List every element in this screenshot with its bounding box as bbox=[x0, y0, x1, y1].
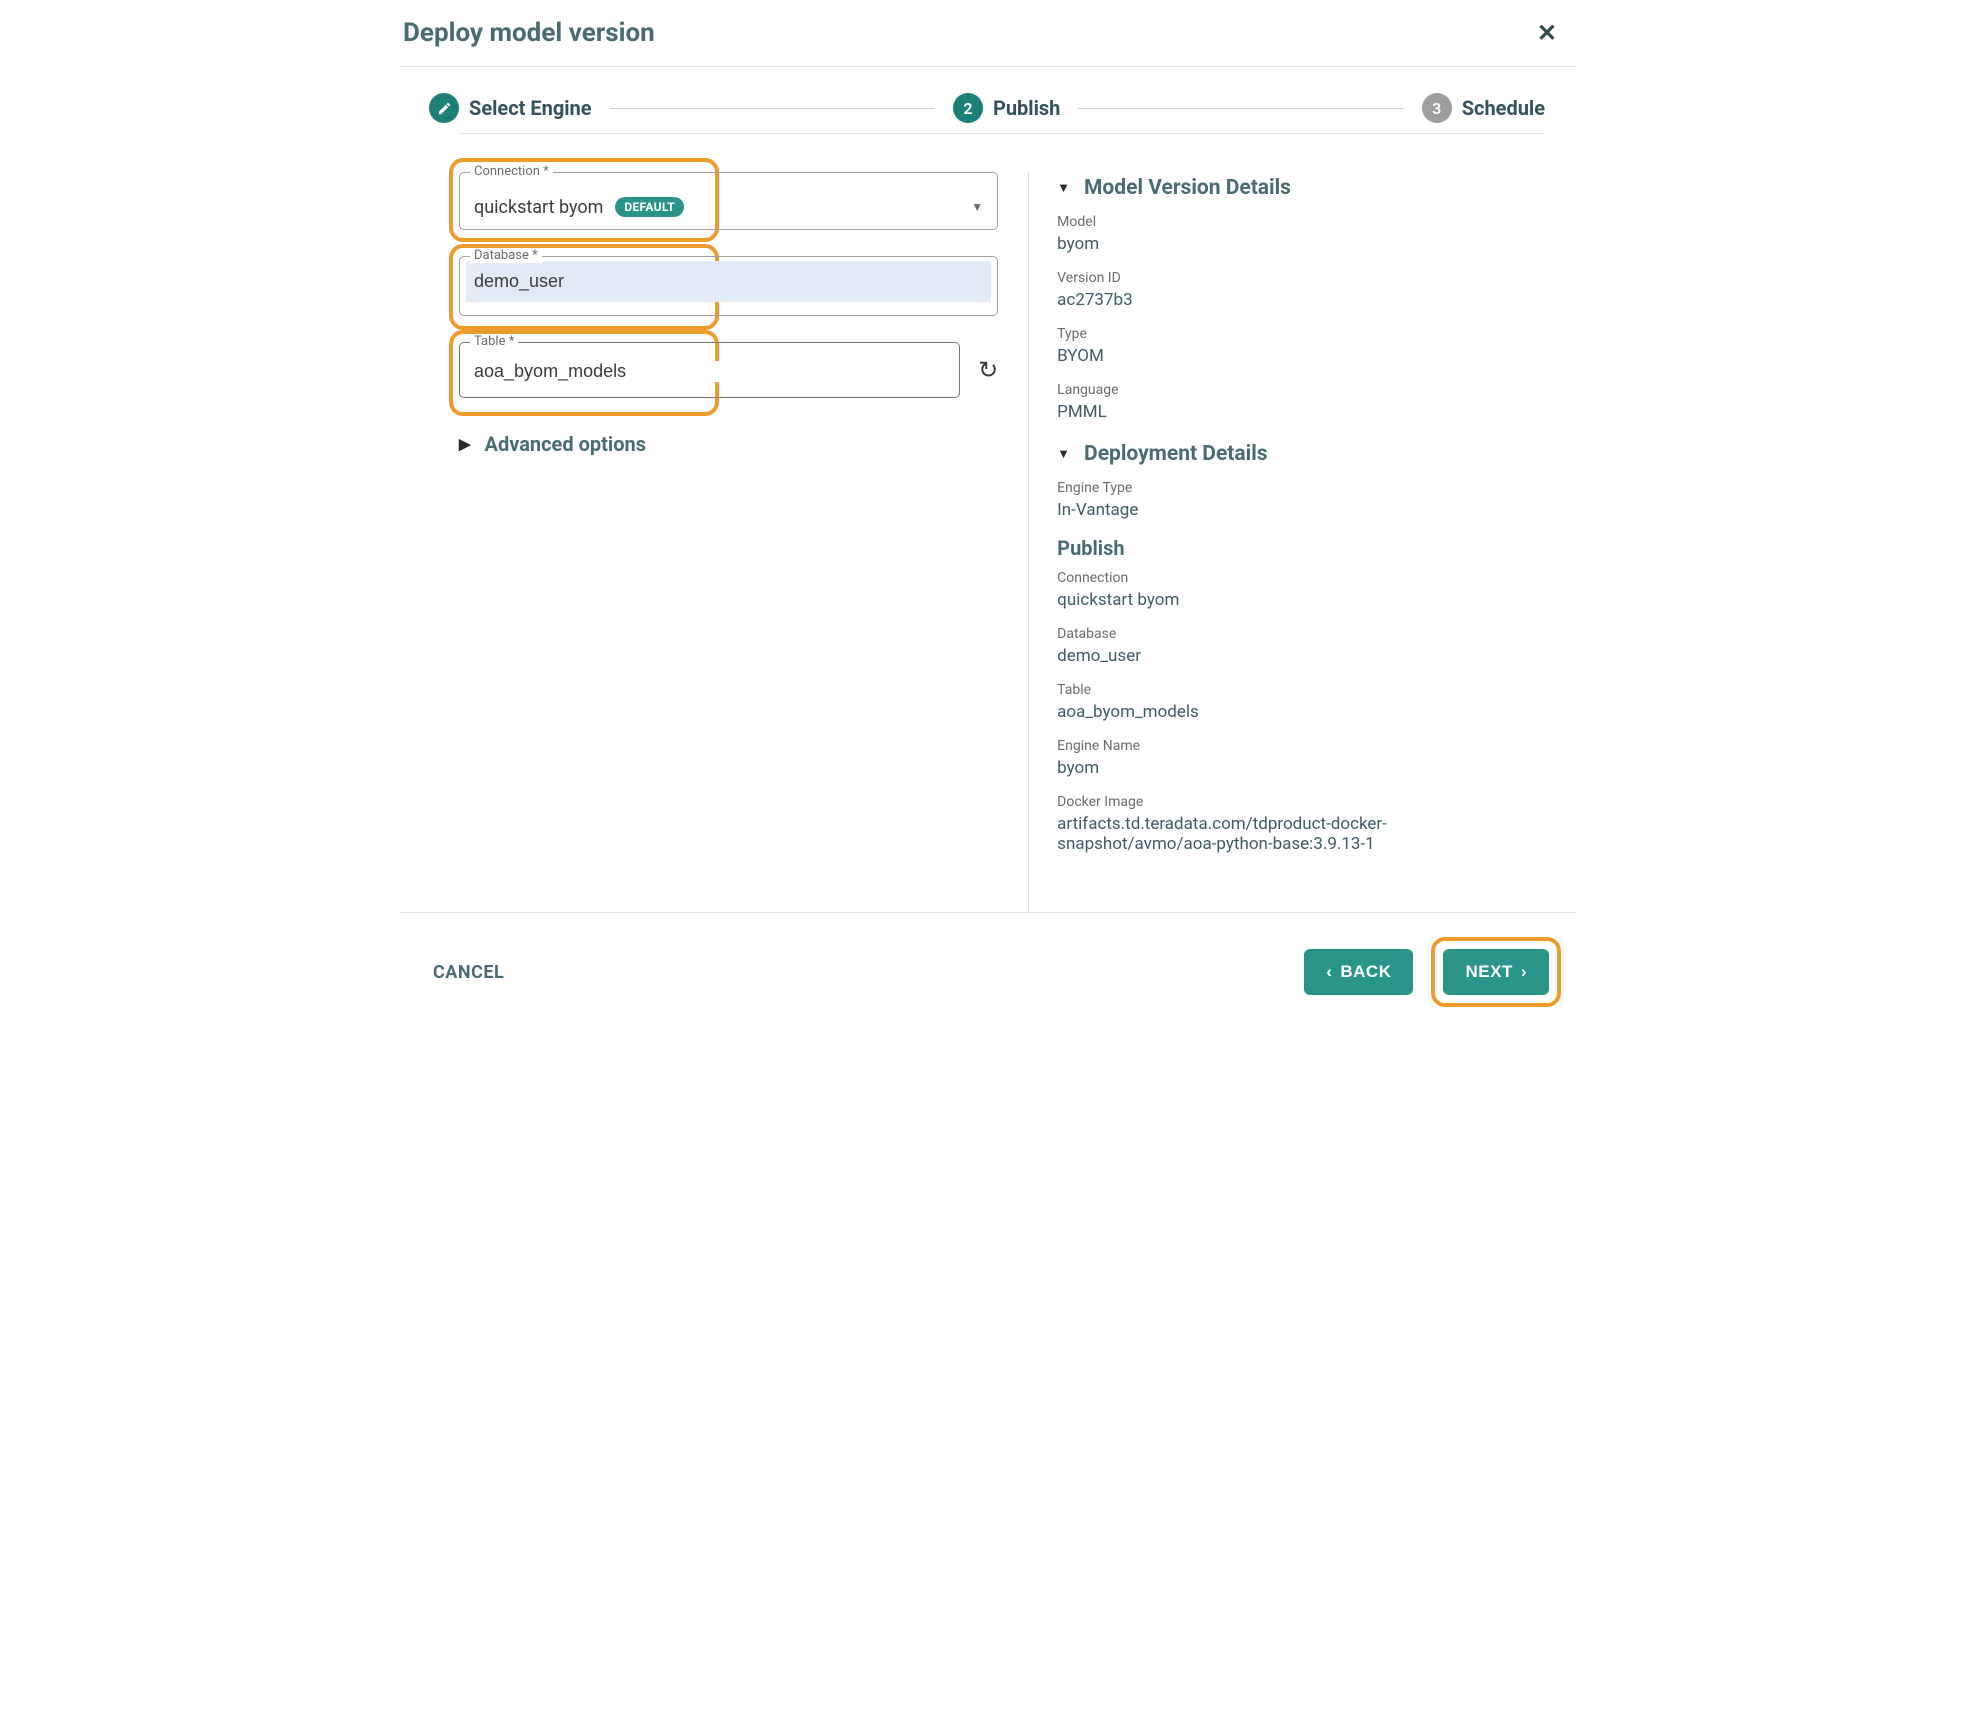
back-label: BACK bbox=[1340, 962, 1391, 982]
default-badge: DEFAULT bbox=[615, 197, 684, 217]
label-table: Table bbox=[1057, 682, 1545, 698]
label-engine-name: Engine Name bbox=[1057, 738, 1545, 754]
value-version: ac2737b3 bbox=[1057, 290, 1545, 310]
chevron-right-icon: › bbox=[1521, 962, 1527, 982]
page-title: Deploy model version bbox=[403, 18, 655, 48]
next-button[interactable]: NEXT › bbox=[1443, 949, 1549, 995]
step-number: 3 bbox=[1422, 93, 1452, 123]
advanced-label: Advanced options bbox=[485, 432, 646, 456]
value-type: BYOM bbox=[1057, 346, 1545, 366]
section-model-version[interactable]: ▼ Model Version Details bbox=[1057, 176, 1545, 200]
chevron-down-icon: ▼ bbox=[1057, 180, 1070, 196]
publish-heading: Publish bbox=[1057, 536, 1545, 560]
field-label: Database * bbox=[470, 248, 542, 263]
section-deployment[interactable]: ▼ Deployment Details bbox=[1057, 442, 1545, 466]
next-label: NEXT bbox=[1465, 962, 1512, 982]
value-model: byom bbox=[1057, 234, 1545, 254]
value-table: aoa_byom_models bbox=[1057, 702, 1545, 722]
step-label: Schedule bbox=[1462, 96, 1545, 120]
pencil-icon bbox=[429, 93, 459, 123]
value-engine-name: byom bbox=[1057, 758, 1545, 778]
stepper: Select Engine 2 Publish 3 Schedule bbox=[399, 67, 1575, 133]
database-field: Database * bbox=[459, 256, 998, 316]
highlight-box: NEXT › bbox=[1431, 937, 1561, 1007]
chevron-down-icon: ▼ bbox=[971, 200, 983, 214]
step-label: Select Engine bbox=[469, 96, 592, 120]
label-language: Language bbox=[1057, 382, 1545, 398]
chevron-down-icon: ▼ bbox=[1057, 446, 1070, 462]
connection-select[interactable]: Connection * quickstart byom DEFAULT ▼ bbox=[459, 172, 998, 230]
step-number: 2 bbox=[953, 93, 983, 123]
field-label: Connection * bbox=[470, 164, 553, 179]
section-title: Model Version Details bbox=[1084, 176, 1291, 200]
step-label: Publish bbox=[993, 96, 1060, 120]
connection-value: quickstart byom bbox=[474, 197, 603, 218]
value-engine-type: In-Vantage bbox=[1057, 500, 1545, 520]
label-model: Model bbox=[1057, 214, 1545, 230]
table-field: Table * bbox=[459, 342, 960, 398]
value-docker: artifacts.td.teradata.com/tdproduct-dock… bbox=[1057, 814, 1545, 854]
label-docker: Docker Image bbox=[1057, 794, 1545, 810]
divider bbox=[459, 133, 1545, 134]
advanced-options-toggle[interactable]: ▶ Advanced options bbox=[459, 432, 998, 456]
value-conn: quickstart byom bbox=[1057, 590, 1545, 610]
chevron-right-icon: ▶ bbox=[459, 435, 471, 453]
step-line bbox=[1078, 108, 1403, 109]
step-schedule[interactable]: 3 Schedule bbox=[1422, 93, 1545, 123]
value-db: demo_user bbox=[1057, 646, 1545, 666]
table-input[interactable] bbox=[474, 361, 945, 382]
field-label: Table * bbox=[470, 334, 518, 349]
back-button[interactable]: ‹ BACK bbox=[1304, 949, 1413, 995]
database-input[interactable] bbox=[466, 261, 991, 302]
value-language: PMML bbox=[1057, 402, 1545, 422]
section-title: Deployment Details bbox=[1084, 442, 1268, 466]
label-db: Database bbox=[1057, 626, 1545, 642]
chevron-left-icon: ‹ bbox=[1326, 962, 1332, 982]
step-select-engine[interactable]: Select Engine bbox=[429, 93, 592, 123]
step-publish[interactable]: 2 Publish bbox=[953, 93, 1060, 123]
label-conn: Connection bbox=[1057, 570, 1545, 586]
cancel-button[interactable]: CANCEL bbox=[433, 962, 504, 983]
close-icon[interactable]: ✕ bbox=[1529, 19, 1565, 47]
step-line bbox=[610, 108, 935, 109]
label-engine-type: Engine Type bbox=[1057, 480, 1545, 496]
label-version: Version ID bbox=[1057, 270, 1545, 286]
refresh-icon[interactable]: ↻ bbox=[978, 356, 998, 384]
label-type: Type bbox=[1057, 326, 1545, 342]
